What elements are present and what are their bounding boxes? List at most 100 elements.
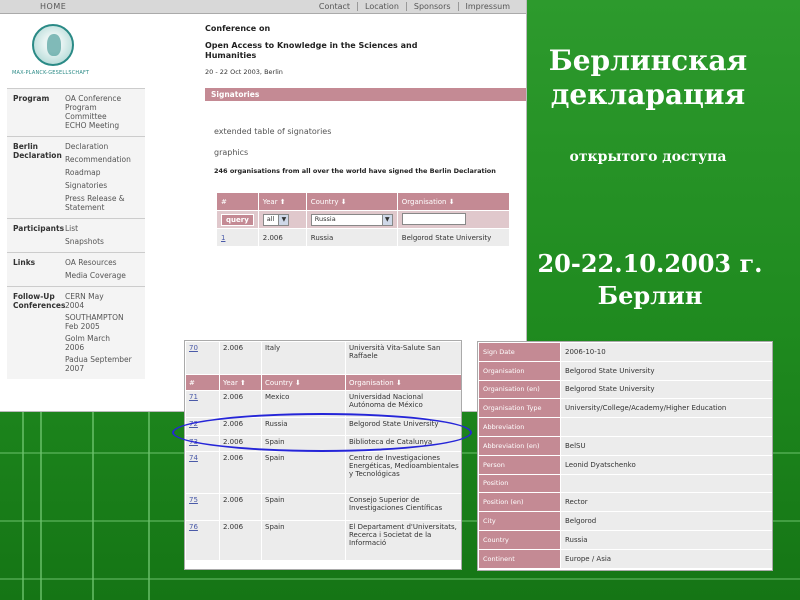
query-button[interactable]: query bbox=[221, 213, 254, 226]
nav-item[interactable]: Recommendation bbox=[65, 155, 145, 164]
max-planck-logo[interactable]: MAX-PLANCK-GESELLSCHAFT bbox=[12, 24, 98, 80]
detail-value: 2006-10-10 bbox=[560, 342, 772, 362]
title-line-2: декларация bbox=[550, 78, 746, 111]
nav-location[interactable]: Location bbox=[357, 2, 406, 11]
detail-value: Rector bbox=[560, 492, 772, 513]
logo-text: MAX-PLANCK-GESELLSCHAFT bbox=[12, 70, 90, 76]
country-select-value: Russia bbox=[314, 214, 336, 223]
detail-key: Country bbox=[478, 529, 561, 550]
nav-impressum[interactable]: Impressum bbox=[457, 2, 517, 11]
row-year: 2.006 bbox=[219, 390, 262, 418]
graphics-link[interactable]: graphics bbox=[214, 148, 248, 157]
nav-item[interactable]: CERN May 2004 bbox=[65, 292, 105, 310]
nav-item[interactable]: List bbox=[65, 224, 145, 233]
nav-item[interactable]: Padua September 2007 bbox=[65, 355, 135, 373]
nav-contact[interactable]: Contact bbox=[312, 2, 357, 11]
row-country: Spain bbox=[261, 451, 346, 494]
detail-row: Country Russia bbox=[478, 529, 772, 550]
detail-value: Russia bbox=[560, 529, 772, 550]
extended-table-link[interactable]: extended table of signatories bbox=[214, 127, 331, 136]
nav-group-links: Links OA Resources Media Coverage bbox=[7, 252, 145, 286]
row-number-link[interactable]: 71 bbox=[189, 393, 198, 401]
row-organisation: Belgorod State University bbox=[396, 228, 511, 247]
detail-value bbox=[560, 473, 772, 494]
row-country: Italy bbox=[261, 341, 346, 375]
col-num[interactable]: # bbox=[216, 192, 259, 211]
nav-group-berlin-declaration: Berlin Declaration Declaration Recommend… bbox=[7, 136, 145, 218]
col-organisation[interactable]: Organisation ⬇ bbox=[396, 192, 511, 211]
detail-key: Position (en) bbox=[478, 492, 561, 513]
home-link[interactable]: HOME bbox=[40, 2, 66, 11]
slide-subtitle: открытого доступа bbox=[569, 149, 727, 165]
col-year[interactable]: Year ⬆ bbox=[219, 374, 262, 391]
table-row: 1 2.006 Russia Belgorod State University bbox=[216, 228, 511, 247]
col-organisation[interactable]: Organisation ⬇ bbox=[345, 374, 461, 391]
row-year: 2.006 bbox=[219, 493, 262, 521]
detail-row: Abbreviation bbox=[478, 417, 772, 437]
detail-row: Position (en) Rector bbox=[478, 492, 772, 513]
detail-key: Position bbox=[478, 473, 561, 494]
detail-row: Sign Date 2006-10-10 bbox=[478, 342, 772, 362]
col-num[interactable]: # bbox=[185, 374, 220, 391]
detail-row: Organisation (en) Belgorod State Universi… bbox=[478, 379, 772, 400]
detail-key: Abbreviation bbox=[478, 417, 561, 437]
row-number-link[interactable]: 74 bbox=[189, 454, 198, 462]
nav-group-head: Follow-Up Conferences bbox=[13, 292, 66, 310]
slide-date: 20-22.10.2003 г. bbox=[537, 249, 763, 278]
country-select[interactable]: Russia ▼ bbox=[310, 213, 393, 226]
signatory-details-screenshot: Sign Date 2006-10-10 Organisation Belgorod… bbox=[477, 341, 773, 571]
detail-value: Europe / Asia bbox=[560, 548, 772, 569]
nav-item[interactable]: Roadmap bbox=[65, 168, 145, 177]
detail-value: Leonid Dyatschenko bbox=[560, 454, 772, 475]
row-year: 2.006 bbox=[219, 451, 262, 494]
col-country[interactable]: Country ⬇ bbox=[305, 192, 398, 211]
nav-item[interactable]: OA Conference bbox=[65, 94, 145, 103]
detail-key: Organisation Type bbox=[478, 398, 561, 419]
detail-key: Organisation (en) bbox=[478, 379, 561, 400]
minerva-seal-icon bbox=[32, 24, 74, 66]
detail-row: Organisation Belgorod State University bbox=[478, 360, 772, 381]
detail-row: City Belgorod bbox=[478, 511, 772, 531]
slide-city: Берлин bbox=[597, 281, 703, 310]
detail-key: Sign Date bbox=[478, 342, 561, 362]
nav-group-head: Participants bbox=[13, 224, 65, 233]
signatory-count: 246 organisations from all over the worl… bbox=[214, 167, 496, 175]
nav-item[interactable]: Media Coverage bbox=[65, 271, 145, 280]
nav-item[interactable]: Declaration bbox=[65, 142, 145, 151]
nav-item[interactable]: Snapshots bbox=[65, 237, 145, 246]
nav-item[interactable]: OA Resources bbox=[65, 258, 145, 267]
nav-item[interactable]: Golm March 2006 bbox=[65, 334, 115, 352]
slide-title: Берлинская декларация bbox=[536, 44, 760, 112]
organisation-filter-input[interactable] bbox=[401, 212, 466, 225]
detail-value: BelSU bbox=[560, 435, 772, 456]
row-number-link[interactable]: 1 bbox=[221, 234, 225, 242]
table-row: 75 2.006 Spain Consejo Superior de Inves… bbox=[185, 493, 461, 521]
nav-item[interactable]: Program Committee bbox=[65, 103, 120, 121]
nav-group-head: Program bbox=[13, 94, 50, 103]
detail-value bbox=[560, 417, 772, 437]
nav-item[interactable]: ECHO Meeting bbox=[65, 121, 145, 130]
row-number-link[interactable]: 70 bbox=[189, 344, 198, 352]
year-select[interactable]: all ▼ bbox=[262, 213, 290, 226]
col-country[interactable]: Country ⬇ bbox=[261, 374, 346, 391]
col-year[interactable]: Year ⬆ bbox=[257, 192, 307, 211]
top-bar: HOME Contact Location Sponsors Impressum bbox=[0, 0, 526, 14]
table-row: 76 2.006 Spain El Departament d'Universi… bbox=[185, 520, 461, 561]
query-row: query all ▼ Russia ▼ bbox=[216, 210, 511, 229]
year-select-value: all bbox=[266, 214, 275, 223]
nav-group-head: Links bbox=[13, 258, 36, 267]
nav-item[interactable]: Press Release & Statement bbox=[65, 194, 131, 212]
nav-group-follow-up: Follow-Up Conferences CERN May 2004 SOUT… bbox=[7, 286, 145, 379]
nav-item[interactable]: SOUTHAMPTON Feb 2005 bbox=[65, 313, 127, 331]
details-table: Sign Date 2006-10-10 Organisation Belgorod… bbox=[478, 342, 772, 569]
row-year: 2.006 bbox=[219, 520, 262, 561]
conference-label: Conference on bbox=[205, 24, 271, 33]
nav-sponsors[interactable]: Sponsors bbox=[405, 2, 458, 11]
row-number-link[interactable]: 75 bbox=[189, 496, 198, 504]
signatories-table: # Year ⬆ Country ⬇ Organisation ⬇ query … bbox=[216, 192, 511, 247]
row-number-link[interactable]: 76 bbox=[189, 523, 198, 531]
row-country: Spain bbox=[261, 493, 346, 521]
conference-date: 20 - 22 Oct 2003, Berlin bbox=[205, 68, 283, 76]
detail-key: Organisation bbox=[478, 360, 561, 381]
nav-item[interactable]: Signatories bbox=[65, 181, 145, 190]
